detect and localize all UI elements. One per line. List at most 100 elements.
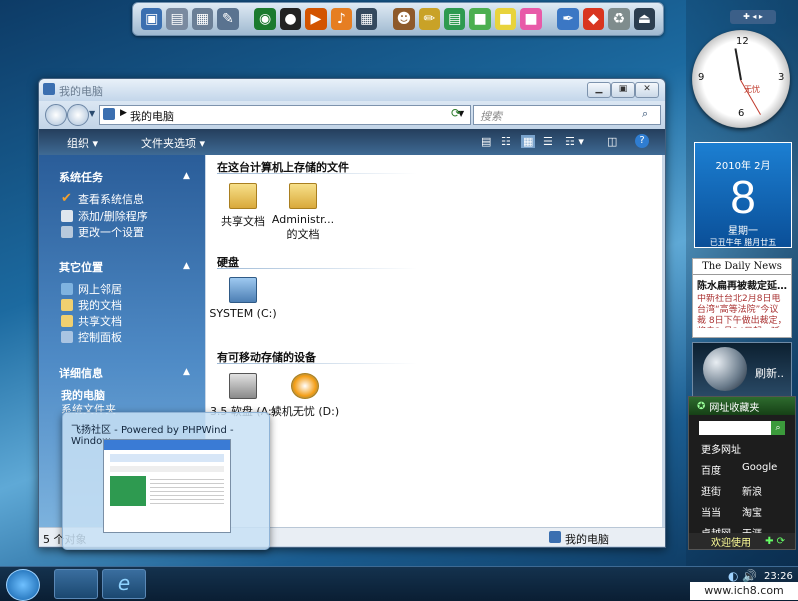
star-icon: ✪ xyxy=(697,400,706,412)
chart-icon[interactable]: ▤ xyxy=(444,8,466,30)
browser-icon[interactable]: ◆ xyxy=(582,8,605,30)
search-input[interactable]: 搜索 ⌕ xyxy=(473,105,661,125)
watermark: www.ich8.com xyxy=(690,582,798,600)
sidebar-controls[interactable]: ✚ ◂ ▸ xyxy=(730,10,776,24)
recycle-bin-icon[interactable]: ♻ xyxy=(608,8,630,30)
address-input[interactable]: ▶ 我的电脑 ▼ xyxy=(99,105,471,125)
start-button[interactable] xyxy=(6,569,40,601)
help-icon[interactable]: ? xyxy=(635,134,649,148)
title-bar[interactable]: 我的电脑 ▁ ▣ ✕ xyxy=(39,79,665,101)
view-details-icon[interactable]: ▤ xyxy=(481,135,491,148)
moon-icon xyxy=(703,347,747,391)
computer-icon xyxy=(43,83,55,95)
folder-icon xyxy=(61,315,73,327)
fav-link[interactable]: 淘宝 xyxy=(742,504,783,519)
floppy-icon xyxy=(229,373,257,399)
fav-link[interactable]: 逛街 xyxy=(701,483,742,498)
collapse-icon[interactable]: ▲ xyxy=(183,261,190,271)
qq-icon[interactable]: ● xyxy=(279,8,302,30)
calendar-gadget[interactable]: 2010年 2月 8 星期一 已丑牛年 腊月廿五 xyxy=(694,142,792,248)
news-body: 中新社台北2月8日电 台湾“高等法院”今议裁 8日下午做出裁定，将自2 月24日… xyxy=(697,294,787,328)
fav-link[interactable]: 新浪 xyxy=(742,483,783,498)
view-list-icon[interactable]: ☷ xyxy=(501,135,511,148)
address-text: 我的电脑 xyxy=(130,110,174,123)
other-places-heading[interactable]: 其它位置 xyxy=(59,259,103,275)
optical-drive[interactable]: 续机无忧 (D:) xyxy=(270,373,340,419)
task-add-remove-programs[interactable]: 添加/删除程序 xyxy=(61,208,148,224)
taskbar-thumbnail[interactable]: 飞扬社区 - Powered by PHPWind - Window xyxy=(62,412,270,550)
place-control-panel[interactable]: 控制面板 xyxy=(61,329,122,345)
search-icon[interactable]: ⌕ xyxy=(642,107,648,121)
video-icon[interactable]: ▦ xyxy=(356,8,378,30)
fav-link[interactable]: Google xyxy=(742,462,783,477)
notepad-icon[interactable]: ✎ xyxy=(217,8,239,30)
preview-pane-icon[interactable]: ◫ xyxy=(607,135,617,148)
back-button[interactable] xyxy=(45,104,67,126)
breadcrumb-arrow-icon: ▶ xyxy=(120,108,127,118)
taskbar-explorer-button[interactable] xyxy=(54,569,98,599)
folder-icon xyxy=(229,183,257,209)
clock-3: 3 xyxy=(778,72,785,83)
maximize-button[interactable]: ▣ xyxy=(611,82,635,98)
news-headline[interactable]: 陈水扁再被裁定延… xyxy=(693,275,791,294)
music-icon[interactable]: ♪ xyxy=(330,8,353,30)
place-my-documents[interactable]: 我的文档 xyxy=(61,297,122,313)
thumbnail-preview[interactable] xyxy=(103,439,231,533)
calendar-month: 2010年 2月 xyxy=(715,161,771,172)
refresh-icon[interactable]: ⟳ xyxy=(451,106,467,122)
place-shared-documents[interactable]: 共享文档 xyxy=(61,313,122,329)
more-links[interactable]: 更多网址 xyxy=(701,441,783,456)
hard-drive-icon xyxy=(229,277,257,303)
clock-9: 9 xyxy=(698,72,705,83)
calendar-day: 8 xyxy=(730,171,756,223)
calculator-icon[interactable]: ▦ xyxy=(191,8,214,30)
pen-icon[interactable]: ✒ xyxy=(557,8,579,30)
forward-button[interactable] xyxy=(67,104,89,126)
admin-documents-folder[interactable]: Administr... 的文档 xyxy=(266,183,340,242)
minimize-button[interactable]: ▁ xyxy=(587,82,611,98)
view-icons-icon[interactable]: ▦ xyxy=(521,135,536,148)
organize-button[interactable]: 组织 ▾ xyxy=(67,135,98,151)
folder-pink-icon[interactable]: ■ xyxy=(520,8,542,30)
news-gadget[interactable]: The Daily News 陈水扁再被裁定延… 中新社台北2月8日电 台湾“高… xyxy=(692,258,792,338)
calendar-weekday: 星期一 xyxy=(728,226,758,237)
tray-clock[interactable]: 23:26 xyxy=(764,571,793,582)
document-icon[interactable]: ▤ xyxy=(166,8,188,30)
details-heading[interactable]: 详细信息 xyxy=(59,365,103,381)
clock-6: 6 xyxy=(738,108,745,119)
monkey-icon[interactable]: ☻ xyxy=(393,8,415,30)
add-refresh-icon[interactable]: ✚ ⟳ xyxy=(765,536,785,547)
tray-icons[interactable]: ◐ 🔊 xyxy=(728,569,757,583)
collapse-icon[interactable]: ▲ xyxy=(183,367,190,377)
eject-icon[interactable]: ⏏ xyxy=(633,8,656,30)
folder-options-button[interactable]: 文件夹选项 ▾ xyxy=(141,135,205,151)
search-icon[interactable]: ⌕ xyxy=(771,421,785,435)
media-player-icon[interactable]: ▶ xyxy=(305,8,327,30)
taskbar-ie-button[interactable]: e xyxy=(102,569,146,599)
monitor-icon[interactable]: ◉ xyxy=(254,8,276,30)
network-icon xyxy=(61,283,73,295)
system-drive[interactable]: SYSTEM (C:) xyxy=(208,277,278,320)
pencil-icon[interactable]: ✏ xyxy=(418,8,441,30)
task-view-system-info[interactable]: ✔ 查看系统信息 xyxy=(61,191,144,207)
computer-icon[interactable]: ▣ xyxy=(141,8,163,30)
fav-link[interactable]: 当当 xyxy=(701,504,742,519)
view-tiles-icon[interactable]: ☰ xyxy=(543,135,553,148)
folder-green-icon[interactable]: ■ xyxy=(469,8,491,30)
calendar-lunar: 已丑牛年 腊月廿五 xyxy=(709,238,777,247)
status-location: 我的电脑 xyxy=(565,533,609,546)
close-button[interactable]: ✕ xyxy=(635,82,659,98)
task-change-setting[interactable]: 更改一个设置 xyxy=(61,224,144,240)
view-menu-icon[interactable]: ☶ ▾ xyxy=(565,135,584,148)
fav-link[interactable]: 百度 xyxy=(701,462,742,477)
moon-refresh[interactable]: 刷新.. xyxy=(755,365,784,381)
place-network[interactable]: 网上邻居 xyxy=(61,281,122,297)
chevron-down-icon[interactable]: ▼ xyxy=(89,109,95,118)
clock-gadget[interactable]: 12 3 6 9 无忧 xyxy=(692,30,790,128)
collapse-icon[interactable]: ▲ xyxy=(183,171,190,181)
favorites-search-input[interactable]: ⌕ xyxy=(699,421,785,435)
folder-yellow-icon[interactable]: ■ xyxy=(494,8,517,30)
moon-gadget[interactable]: 刷新.. xyxy=(692,342,792,398)
system-tasks-heading[interactable]: 系统任务 xyxy=(59,169,103,185)
clock-12: 12 xyxy=(736,36,749,47)
